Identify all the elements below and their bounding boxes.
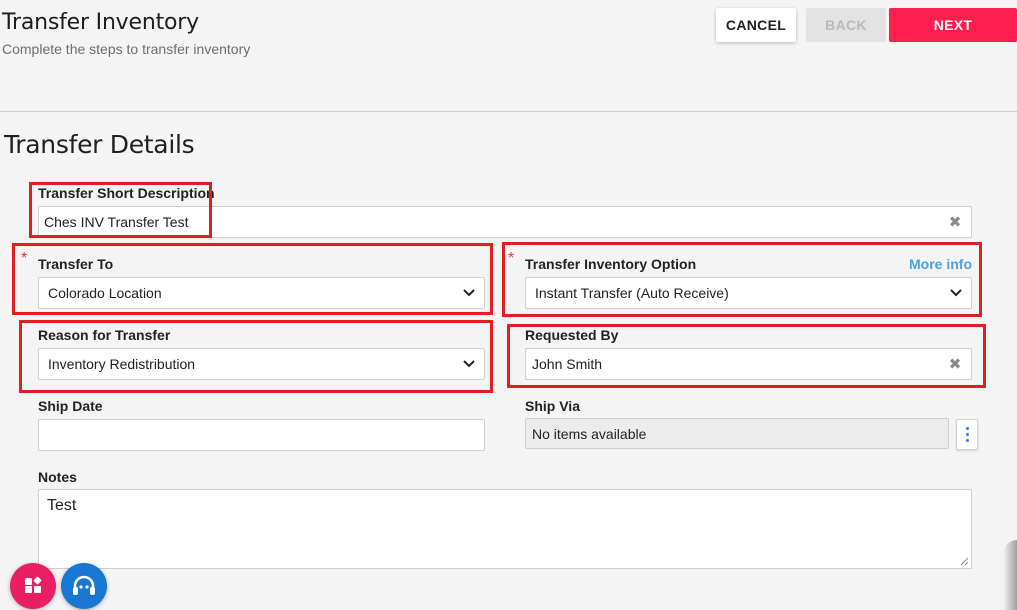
notes-value: Test <box>47 497 77 514</box>
transfer-to-select[interactable]: Colorado Location <box>38 277 485 309</box>
reason-value: Inventory Redistribution <box>48 356 196 372</box>
chevron-down-icon <box>950 287 962 299</box>
requested-by-input[interactable]: John Smith ✖ <box>525 348 972 380</box>
notes-textarea[interactable]: Test <box>38 489 972 569</box>
edge-shadow <box>1003 540 1017 610</box>
ship-date-label: Ship Date <box>38 398 103 414</box>
requested-by-value: John Smith <box>532 356 603 372</box>
cancel-button[interactable]: CANCEL <box>716 8 796 42</box>
reason-label: Reason for Transfer <box>38 327 171 343</box>
page-header: Transfer Inventory Complete the steps to… <box>0 0 1017 112</box>
next-button[interactable]: NEXT <box>889 8 1017 42</box>
back-button[interactable]: BACK <box>806 8 886 42</box>
required-marker: * <box>21 250 28 267</box>
page-subtitle: Complete the steps to transfer inventory <box>2 41 251 57</box>
short-description-label: Transfer Short Description <box>38 185 215 201</box>
transfer-to-value: Colorado Location <box>48 285 162 301</box>
requested-by-label: Requested By <box>525 327 619 343</box>
support-headset-icon <box>73 575 95 595</box>
ship-via-label: Ship Via <box>525 398 580 414</box>
inventory-option-value: Instant Transfer (Auto Receive) <box>535 285 729 301</box>
inventory-option-select[interactable]: Instant Transfer (Auto Receive) <box>525 277 972 309</box>
short-description-value: Ches INV Transfer Test <box>44 214 189 230</box>
required-marker: * <box>508 250 515 267</box>
ship-date-input[interactable] <box>38 419 485 451</box>
more-info-link[interactable]: More info <box>909 256 972 272</box>
chevron-down-icon <box>463 287 475 299</box>
support-button[interactable] <box>61 563 107 609</box>
reason-select[interactable]: Inventory Redistribution <box>38 348 485 380</box>
transfer-to-label: Transfer To <box>38 256 114 272</box>
apps-icon <box>25 576 42 593</box>
resize-handle-icon[interactable] <box>960 557 969 566</box>
page-title: Transfer Inventory <box>2 10 199 35</box>
kebab-menu-icon[interactable] <box>956 419 978 450</box>
notes-label: Notes <box>38 469 77 485</box>
ship-via-select[interactable]: No items available <box>525 418 949 449</box>
ship-via-value: No items available <box>532 425 647 442</box>
chevron-down-icon <box>463 358 475 370</box>
apps-button[interactable] <box>10 563 56 609</box>
section-title: Transfer Details <box>4 130 195 159</box>
short-description-input[interactable]: Ches INV Transfer Test ✖ <box>38 206 972 238</box>
clear-icon[interactable]: ✖ <box>945 213 965 231</box>
clear-icon[interactable]: ✖ <box>945 355 965 373</box>
inventory-option-label: Transfer Inventory Option <box>525 256 697 272</box>
